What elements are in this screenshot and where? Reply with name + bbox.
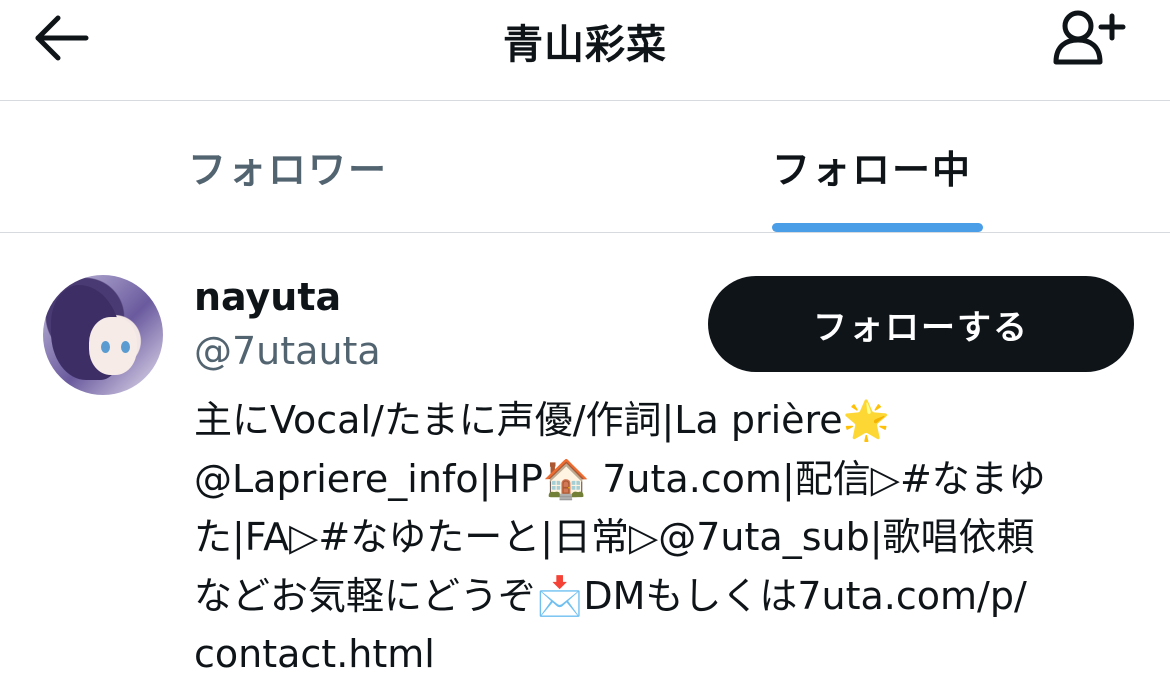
follow-button[interactable]: フォローする xyxy=(708,276,1134,372)
top-bar: 青山彩菜 xyxy=(0,0,1170,101)
page-title: 青山彩菜 xyxy=(503,22,667,68)
tab-following[interactable]: フォロー中 xyxy=(772,139,972,194)
user-list-item[interactable]: nayuta @7utauta フォローする 主にVocal/たまに声優/作詞|… xyxy=(0,233,1170,688)
person-add-icon[interactable] xyxy=(1048,4,1128,68)
avatar[interactable] xyxy=(43,275,163,395)
tab-bar: フォロワー フォロー中 xyxy=(0,101,1170,233)
user-name: nayuta xyxy=(194,275,342,319)
tab-followers[interactable]: フォロワー xyxy=(188,139,388,194)
active-tab-indicator xyxy=(772,223,983,232)
user-bio: 主にVocal/たまに声優/作詞|La prière🌟 @Lapriere_in… xyxy=(194,398,1046,676)
user-handle: @7utauta xyxy=(194,329,381,373)
